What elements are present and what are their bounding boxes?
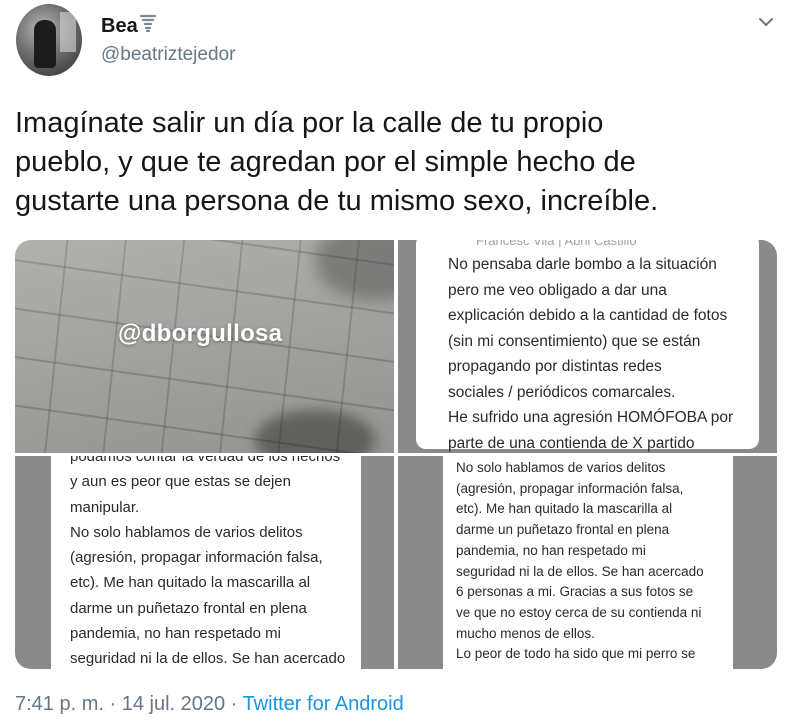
statement-line: parte de una contienda de X partido bbox=[448, 434, 695, 452]
user-handle[interactable]: @beatriztejedor bbox=[101, 43, 235, 67]
statement-line: etc). Me han quitado la mascarilla al bbox=[70, 574, 311, 592]
statement-line: darme un puñetazo frontal en plena bbox=[456, 522, 670, 538]
statement-card: podamos contar la verdad de los hechos y… bbox=[51, 456, 361, 669]
statement-line: podamos contar la verdad de los hechos bbox=[70, 456, 341, 465]
statement-line: No pensaba darle bombo a la situación bbox=[448, 256, 717, 273]
statement-line: ve que no estoy cerca de su contienda ni bbox=[456, 604, 702, 620]
statement-line: etc). Me han quitado la mascarilla al bbox=[456, 501, 673, 517]
media-image-3[interactable]: podamos contar la verdad de los hechos y… bbox=[15, 456, 394, 669]
watermark-text: @dborgullosa bbox=[118, 320, 283, 347]
meta-separator: · bbox=[103, 693, 122, 715]
statement-card: Francesc Vila | Abril Castillo No pensab… bbox=[416, 240, 759, 452]
tweet-line: pueblo, y que te agredan por el simple h… bbox=[15, 146, 636, 178]
statement-line: pandemia, no han respetado mi bbox=[456, 542, 646, 558]
avatar[interactable] bbox=[16, 4, 82, 76]
statement-line: mucho menos de ellos. bbox=[456, 625, 595, 641]
statement-line: manipular. bbox=[70, 498, 140, 516]
tweet-text: Imagínate salir un día por la calle de t… bbox=[15, 104, 775, 221]
media-image-2[interactable]: Francesc Vila | Abril Castillo No pensab… bbox=[398, 240, 777, 453]
statement-line: pandemia, no han respetado mi bbox=[70, 625, 281, 643]
meta-separator: · bbox=[225, 693, 243, 715]
media-image-4[interactable]: No solo hablamos de varios delitos (agre… bbox=[398, 456, 777, 669]
statement-line: 6 personas a mi. Gracias a sus fotos se bbox=[456, 584, 694, 600]
statement-line: (sin mi consentimiento) que se están bbox=[448, 332, 701, 350]
chevron-down-icon[interactable] bbox=[756, 12, 776, 32]
statement-line: seguridad ni la de ellos. Se han acercad… bbox=[456, 563, 704, 579]
display-name-text: Bea bbox=[101, 15, 138, 37]
statement-line: He sufrido una agresión HOMÓFOBA por bbox=[448, 409, 734, 426]
statement-line: pero me veo obligado a dar una bbox=[448, 281, 667, 299]
statement-line: (agresión, propagar información falsa, bbox=[456, 480, 684, 496]
media-image-1[interactable]: @dborgullosa bbox=[15, 240, 394, 453]
statement-line: y aun es peor que estas se dejen bbox=[70, 473, 291, 491]
statement-line: explicación debido a la cantidad de foto… bbox=[448, 307, 728, 324]
tornado-icon bbox=[139, 14, 156, 38]
avatar-background bbox=[60, 12, 76, 52]
display-name[interactable]: Bea bbox=[101, 14, 156, 38]
faint-header: Francesc Vila | Abril Castillo bbox=[476, 240, 637, 248]
statement-line: propagando por distintas redes bbox=[448, 358, 662, 375]
tweet-date[interactable]: 14 jul. 2020 bbox=[122, 693, 225, 715]
tweet-meta: 7:41 p. m. · 14 jul. 2020 · Twitter for … bbox=[15, 691, 404, 717]
statement-line: (agresión, propagar información falsa, bbox=[70, 549, 323, 567]
tweet-line: gustarte una persona de tu mismo sexo, i… bbox=[15, 185, 659, 217]
statement-line: No solo hablamos de varios delitos bbox=[70, 523, 303, 541]
tornado-icon-svg bbox=[139, 14, 156, 33]
tweet-source-link[interactable]: Twitter for Android bbox=[243, 693, 404, 715]
tweet-time[interactable]: 7:41 p. m. bbox=[15, 693, 104, 715]
statement-line: darme un puñetazo frontal en plena bbox=[70, 599, 307, 617]
media-grid: @dborgullosa Francesc Vila | Abril Casti… bbox=[15, 240, 777, 669]
statement-card: No solo hablamos de varios delitos (agre… bbox=[443, 456, 733, 669]
avatar-figure bbox=[34, 20, 56, 68]
statement-line: seguridad ni la de ellos. Se han acercad… bbox=[70, 650, 346, 668]
statement-line: No solo hablamos de varios delitos bbox=[456, 460, 666, 475]
tweet-line: Imagínate salir un día por la calle de t… bbox=[15, 107, 604, 139]
pavement-photo: @dborgullosa bbox=[15, 240, 394, 453]
statement-line: Lo peor de todo ha sido que mi perro se bbox=[456, 646, 696, 662]
statement-line: sociales / periódicos comarcales. bbox=[448, 383, 676, 401]
